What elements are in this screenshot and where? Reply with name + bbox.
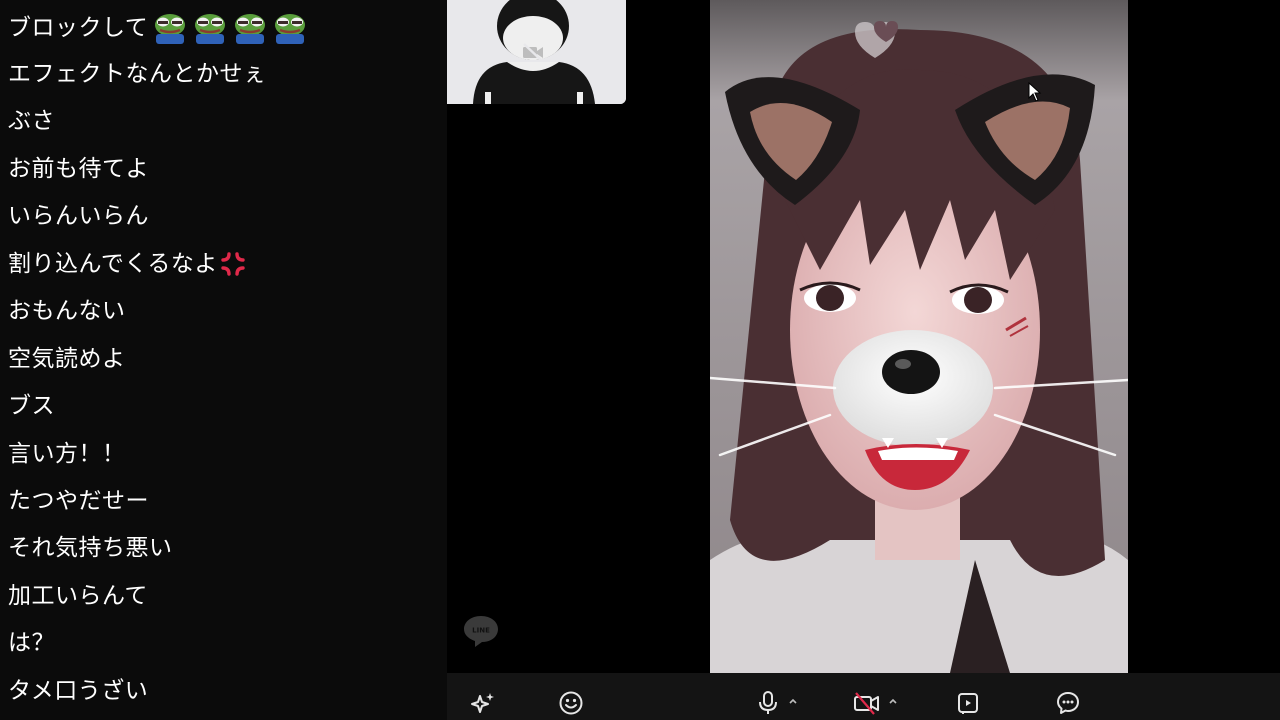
camera-toggle-button[interactable] [853, 690, 881, 716]
camera-off-icon [854, 692, 879, 715]
chat-message: ぶさ [8, 104, 55, 138]
video-call-window: ブロックして エフェクトなんとかせぇ ぶさ お前も待てよ いらんいらん 割り込ん… [0, 0, 1280, 720]
line-logo-icon: LINE [464, 616, 498, 647]
chat-message-text: 空気読めよ [8, 346, 126, 372]
chat-message: 加工いらんて [8, 579, 148, 613]
chat-message-text: タメ口うざい [8, 678, 149, 704]
remote-participant-video [710, 0, 1128, 673]
chat-message-text: おもんない [8, 298, 126, 324]
chat-message-text: たつやだせー [8, 488, 149, 514]
video-area: LINE [447, 0, 1280, 673]
pepe-frog-emoji [235, 14, 266, 44]
share-screen-button[interactable] [954, 690, 982, 716]
chat-message: 言い方！！ [8, 437, 126, 471]
chat-message-text: 加工いらんて [8, 583, 148, 609]
camera-off-icon [523, 43, 543, 61]
effects-button[interactable] [469, 690, 497, 716]
chat-message-text: いらんいらん [8, 203, 149, 229]
chat-message: 割り込んでくるなよ [8, 247, 246, 281]
chat-message: それ気持ち悪い [8, 531, 173, 565]
chat-message-text: ぶさ [8, 108, 55, 134]
chat-message: ブロックして [8, 11, 308, 45]
chat-panel: ブロックして エフェクトなんとかせぇ ぶさ お前も待てよ いらんいらん 割り込ん… [0, 0, 447, 720]
anger-symbol-emoji [221, 252, 245, 276]
chevron-up-icon[interactable] [888, 695, 898, 707]
chat-message-text: ブロックして [8, 15, 149, 41]
pepe-frog-emoji [195, 14, 226, 44]
self-view-thumbnail[interactable] [447, 0, 626, 104]
chat-message: タメ口うざい [8, 674, 148, 708]
remote-video-feed [710, 0, 1128, 673]
chat-message: エフェクトなんとかせぇ [8, 57, 267, 91]
chat-button[interactable] [1054, 690, 1082, 716]
sparkle-icon [471, 693, 494, 713]
chat-message: おもんない [8, 294, 126, 328]
chat-message: いらんいらん [8, 199, 149, 233]
smiley-icon [559, 691, 583, 715]
chat-message-text: それ気持ち悪い [8, 535, 173, 561]
chat-message: 空気読めよ [8, 342, 126, 376]
chat-message-text: エフェクトなんとかせぇ [8, 61, 267, 87]
chat-message: ブス [8, 389, 55, 423]
pepe-frog-emoji [155, 14, 186, 44]
chat-message-text: お前も待てよ [8, 156, 149, 182]
share-screen-icon [958, 693, 978, 714]
chat-message: たつやだせー [8, 484, 149, 518]
line-logo-text: LINE [472, 627, 490, 635]
microphone-button[interactable] [754, 690, 782, 716]
chat-message: お前も待てよ [8, 152, 149, 186]
call-toolbar [447, 673, 1280, 720]
chat-message-text: は？ [8, 630, 55, 656]
chat-message-text: ブス [8, 393, 55, 419]
chat-bubble-icon [1057, 692, 1079, 714]
microphone-icon [759, 691, 777, 714]
mouse-pointer-icon [1028, 82, 1042, 102]
chat-message-text: 言い方！！ [8, 441, 126, 467]
chat-message: は？ [8, 626, 55, 660]
chat-message-text: 割り込んでくるなよ [8, 251, 218, 277]
emoji-button[interactable] [557, 690, 585, 716]
pepe-frog-emoji [275, 14, 306, 44]
chevron-up-icon[interactable] [788, 695, 798, 707]
